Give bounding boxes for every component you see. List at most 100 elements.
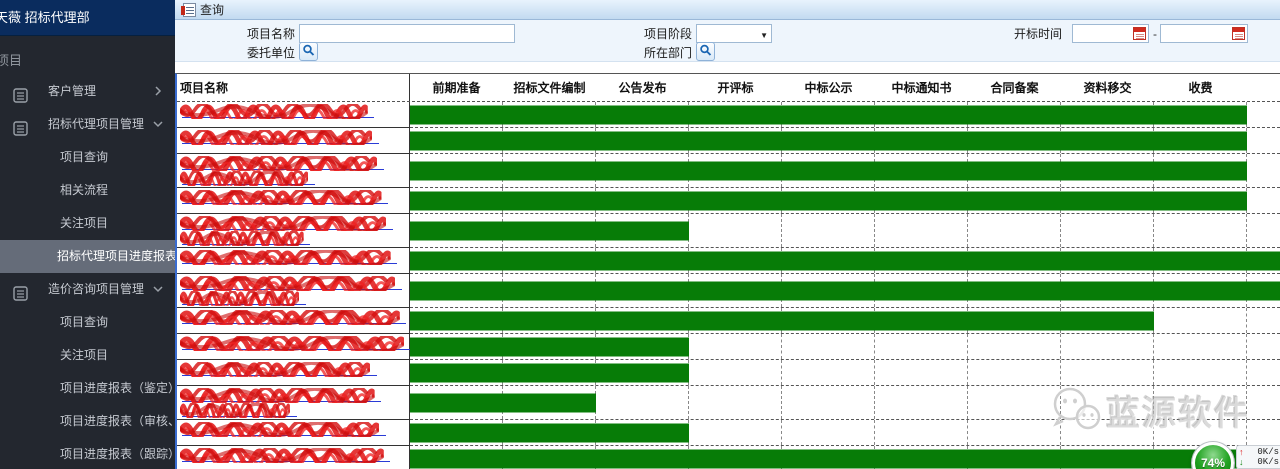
sidebar-section-label: 项目 bbox=[0, 36, 175, 75]
project-name-line bbox=[180, 403, 409, 418]
project-name-line bbox=[180, 448, 409, 463]
sidebar-item-相关流程[interactable]: 相关流程 bbox=[0, 174, 175, 207]
calendar-icon[interactable] bbox=[1232, 27, 1245, 40]
sidebar-item-招标代理项目管理[interactable]: 招标代理项目管理 bbox=[0, 108, 175, 141]
progress-bar bbox=[410, 131, 1247, 150]
stage-grid-cell bbox=[1154, 360, 1247, 385]
stage-grid-cell bbox=[968, 214, 1061, 247]
stage-grid-cell bbox=[875, 214, 968, 247]
stage-grid-cell bbox=[1247, 386, 1280, 419]
stage-grid-cell bbox=[875, 420, 968, 445]
table-row bbox=[177, 102, 1280, 128]
sidebar-item-关注项目[interactable]: 关注项目 bbox=[0, 339, 175, 372]
redacted-project-name-link[interactable] bbox=[177, 420, 410, 446]
redacted-project-name-link[interactable] bbox=[177, 308, 410, 334]
stage-grid-cell bbox=[968, 360, 1061, 385]
red-redaction-scribble bbox=[180, 190, 382, 205]
sidebar-item-label: 招标代理项目管理 bbox=[48, 117, 144, 131]
column-header-收费: 收费 bbox=[1154, 74, 1247, 101]
red-redaction-scribble bbox=[180, 448, 384, 463]
stage-grid-cell bbox=[1247, 102, 1280, 127]
download-arrow-icon: ↓ bbox=[1239, 457, 1244, 467]
progress-bar bbox=[410, 393, 596, 412]
sidebar-item-label: 关注项目 bbox=[60, 216, 108, 230]
table-row bbox=[177, 446, 1280, 469]
progress-bar bbox=[410, 363, 689, 382]
list-icon bbox=[13, 281, 29, 297]
list-icon bbox=[13, 83, 29, 99]
redacted-project-name-link[interactable] bbox=[177, 154, 410, 188]
sidebar-item-造价咨询项目管理[interactable]: 造价咨询项目管理 bbox=[0, 273, 175, 306]
memory-usage-badge[interactable]: 74% bbox=[1192, 442, 1234, 469]
stage-grid-cell bbox=[1154, 214, 1247, 247]
gantt-cell bbox=[410, 154, 1280, 188]
magnifier-icon bbox=[302, 44, 315, 57]
table-row bbox=[177, 214, 1280, 248]
stage-grid-cell bbox=[968, 334, 1061, 359]
sidebar-item-项目进度报表（审核、编制[interactable]: 项目进度报表（审核、编制 bbox=[0, 405, 175, 438]
red-redaction-scribble bbox=[180, 362, 370, 377]
red-redaction-scribble bbox=[180, 231, 304, 246]
redacted-project-name-link[interactable] bbox=[177, 214, 410, 248]
date-from-input[interactable] bbox=[1072, 24, 1149, 43]
redacted-project-name-link[interactable] bbox=[177, 386, 410, 420]
progress-bar bbox=[410, 281, 1280, 300]
column-header-开评标: 开评标 bbox=[689, 74, 782, 101]
client-search-button[interactable] bbox=[299, 42, 318, 61]
query-button[interactable]: 查询 bbox=[183, 1, 224, 18]
redacted-project-name-link[interactable] bbox=[177, 188, 410, 214]
sidebar-item-客户管理[interactable]: 客户管理 bbox=[0, 75, 175, 108]
bid-open-time-label: 开标时间 bbox=[962, 24, 1062, 44]
stage-grid-cell bbox=[1061, 334, 1154, 359]
redacted-project-name-link[interactable] bbox=[177, 248, 410, 274]
redacted-project-name-link[interactable] bbox=[177, 334, 410, 360]
table-row bbox=[177, 420, 1280, 446]
upload-speed: 0K/s bbox=[1246, 447, 1280, 457]
stage-grid-cell bbox=[782, 334, 875, 359]
chevron-down-icon bbox=[153, 119, 163, 129]
project-name-line bbox=[180, 216, 409, 231]
sidebar-item-项目查询[interactable]: 项目查询 bbox=[0, 141, 175, 174]
sidebar-item-label: 项目进度报表（鉴定） bbox=[60, 381, 175, 395]
sidebar-item-项目查询[interactable]: 项目查询 bbox=[0, 306, 175, 339]
sidebar-item-label: 项目进度报表（跟踪） bbox=[60, 447, 175, 461]
redacted-project-name-link[interactable] bbox=[177, 128, 410, 154]
redacted-project-name-link[interactable] bbox=[177, 102, 410, 128]
gantt-cell bbox=[410, 360, 1280, 386]
red-redaction-scribble bbox=[180, 171, 308, 186]
project-name-label: 项目名称 bbox=[195, 24, 295, 44]
red-redaction-scribble bbox=[180, 403, 290, 418]
project-name-input[interactable] bbox=[299, 24, 515, 43]
sidebar-nav: 客户管理招标代理项目管理项目查询相关流程关注项目招标代理项目进度报表造价咨询项目… bbox=[0, 75, 175, 469]
query-button-label: 查询 bbox=[200, 1, 224, 18]
progress-bar bbox=[410, 449, 1280, 468]
stage-grid-cell bbox=[782, 360, 875, 385]
project-phase-select[interactable]: ▼ bbox=[696, 24, 772, 43]
stage-grid-cell bbox=[1061, 420, 1154, 445]
sidebar-item-项目进度报表（跟踪）[interactable]: 项目进度报表（跟踪） bbox=[0, 438, 175, 469]
stage-grid-cell bbox=[875, 386, 968, 419]
department-search-button[interactable] bbox=[696, 42, 715, 61]
magnifier-icon bbox=[699, 44, 712, 57]
project-name-line bbox=[180, 336, 409, 351]
redacted-project-name-link[interactable] bbox=[177, 274, 410, 308]
column-header-合同备案: 合同备案 bbox=[968, 74, 1061, 101]
sidebar: 天薇 招标代理部 项目 客户管理招标代理项目管理项目查询相关流程关注项目招标代理… bbox=[0, 0, 175, 469]
main-content: 查询 项目名称 项目阶段 ▼ 开标时间 - 委托单位 所在部门 bbox=[175, 0, 1280, 469]
project-name-line bbox=[180, 156, 409, 171]
project-name-line bbox=[180, 422, 409, 437]
sidebar-item-关注项目[interactable]: 关注项目 bbox=[0, 207, 175, 240]
department-label: 所在部门 bbox=[592, 43, 692, 63]
date-to-input[interactable] bbox=[1160, 24, 1248, 43]
redacted-project-name-link[interactable] bbox=[177, 446, 410, 469]
stage-headers: 前期准备招标文件编制公告发布开评标中标公示中标通知书合同备案资料移交收费归档 bbox=[410, 74, 1280, 101]
net-speed-monitor: 74% ↑ 0K/s ↓ 0K/s bbox=[1192, 442, 1280, 469]
calendar-icon[interactable] bbox=[1133, 27, 1146, 40]
sidebar-item-项目进度报表（鉴定）[interactable]: 项目进度报表（鉴定） bbox=[0, 372, 175, 405]
upload-arrow-icon: ↑ bbox=[1239, 447, 1244, 457]
sidebar-item-招标代理项目进度报表[interactable]: 招标代理项目进度报表 bbox=[0, 240, 175, 273]
stage-grid-cell bbox=[1061, 214, 1154, 247]
redacted-project-name-link[interactable] bbox=[177, 360, 410, 386]
gantt-cell bbox=[410, 128, 1280, 154]
gantt-cell bbox=[410, 446, 1280, 469]
